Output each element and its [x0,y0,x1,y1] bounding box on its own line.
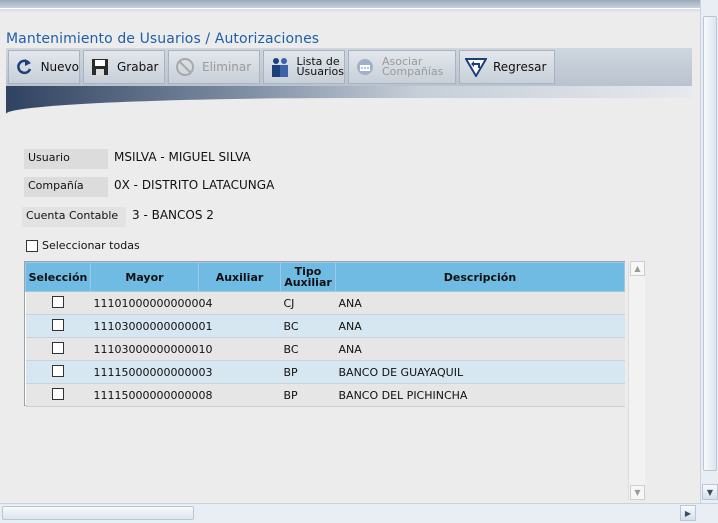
grabar-label: Grabar [117,60,159,74]
header-mayor[interactable]: Mayor [90,262,199,292]
compania-value: 0X - DISTRITO LATACUNGA [114,178,275,192]
cell-descripcion: ANA [335,314,625,338]
row-checkbox[interactable] [52,387,64,400]
cell-auxiliar: 08 [198,383,281,407]
cell-mayor: 111030000000000 [90,314,199,338]
asociar-label-line2: Compañías [382,65,444,78]
usuario-label: Usuario [24,149,108,169]
asociar-companias-icon [354,56,376,78]
cuenta-label: Cuenta Contable [22,207,126,227]
cuenta-value: 3 - BANCOS 2 [132,208,214,222]
eliminar-button[interactable]: Eliminar [168,50,260,84]
row-select-cell [25,337,91,361]
window-scroll-right-icon[interactable]: ▶ [680,505,696,521]
lista-label-line2: Usuarios [296,65,344,78]
row-checkbox[interactable] [52,318,64,331]
usuario-value: MSILVA - MIGUEL SILVA [114,150,251,164]
vertical-scroll-thumb[interactable] [703,16,717,471]
scroll-down-icon[interactable]: ▼ [630,485,645,500]
page-title: Mantenimiento de Usuarios / Autorizacion… [6,31,320,47]
grabar-button[interactable]: Grabar [83,50,165,84]
asociar-companias-button[interactable]: Asociar Compañías [348,50,456,84]
header-tipo-line2: Auxiliar [284,276,332,289]
grabar-icon [89,56,111,78]
cell-tipo: CJ [280,291,336,315]
regresar-button[interactable]: Regresar [459,50,555,84]
cell-mayor: 111150000000000 [90,383,199,407]
nuevo-button[interactable]: Nuevo [8,50,80,84]
row-select-cell [25,383,91,407]
cell-tipo: BC [280,314,336,338]
regresar-icon [465,56,487,78]
lista-usuarios-icon [269,56,290,78]
cell-auxiliar: 04 [198,291,281,315]
cell-mayor: 111010000000000 [90,291,199,315]
window-scroll-down-icon[interactable]: ▼ [702,484,718,500]
table-row[interactable]: 111150000000000 03 BP BANCO DE GUAYAQUIL [25,360,625,384]
cell-descripcion: BANCO DE GUAYAQUIL [335,360,625,384]
nuevo-icon [14,56,35,78]
scroll-up-icon[interactable]: ▲ [630,261,645,276]
row-select-cell [25,291,91,315]
select-all-checkbox[interactable] [26,239,38,252]
cell-tipo: BC [280,337,336,361]
nuevo-label: Nuevo [40,60,79,74]
select-all[interactable]: Seleccionar todas [26,239,140,252]
cell-tipo: BP [280,383,336,407]
row-checkbox[interactable] [52,295,64,308]
header-auxiliar[interactable]: Auxiliar [198,262,281,292]
row-checkbox[interactable] [52,364,64,377]
table-row[interactable]: 111030000000000 10 BC ANA [25,337,625,361]
regresar-label: Regresar [493,60,547,74]
lista-usuarios-label: Lista de Usuarios [296,56,344,78]
cell-auxiliar: 10 [198,337,281,361]
window-vertical-scrollbar[interactable]: ▼ [700,0,718,503]
lista-usuarios-button[interactable]: Lista de Usuarios [263,50,345,84]
eliminar-label: Eliminar [202,60,252,74]
table-row[interactable]: 111030000000000 01 BC ANA [25,314,625,338]
cell-auxiliar: 01 [198,314,281,338]
table-row[interactable]: 111150000000000 08 BP BANCO DEL PICHINCH… [25,383,625,407]
header-seleccion[interactable]: Selección [25,262,91,292]
cell-descripcion: ANA [335,337,625,361]
row-select-cell [25,314,91,338]
window-top-strip [0,0,718,8]
header-line [0,8,700,14]
compania-label: Compañía [24,177,108,197]
header-descripcion[interactable]: Descripción [335,262,625,292]
cell-auxiliar: 03 [198,360,281,384]
cell-tipo: BP [280,360,336,384]
select-all-label: Seleccionar todas [42,239,140,252]
toolbar: Nuevo Grabar Eliminar Lista de Usuarios … [6,48,692,86]
table-scrollbar[interactable]: ▲ ▼ [628,261,645,500]
accounts-table: Selección Mayor Auxiliar Tipo Auxiliar D… [24,261,625,407]
eliminar-icon [174,56,196,78]
header-banner [6,86,692,114]
cell-mayor: 111150000000000 [90,360,199,384]
asociar-companias-label: Asociar Compañías [382,56,444,78]
header-tipo-auxiliar[interactable]: Tipo Auxiliar [280,262,336,292]
row-select-cell [25,360,91,384]
table-row[interactable]: 111010000000000 04 CJ ANA [25,291,625,315]
horizontal-scroll-thumb[interactable] [2,506,194,520]
cell-descripcion: ANA [335,291,625,315]
cell-descripcion: BANCO DEL PICHINCHA [335,383,625,407]
cell-mayor: 111030000000000 [90,337,199,361]
window-horizontal-scrollbar[interactable]: ▶ [0,503,718,523]
row-checkbox[interactable] [52,341,64,354]
